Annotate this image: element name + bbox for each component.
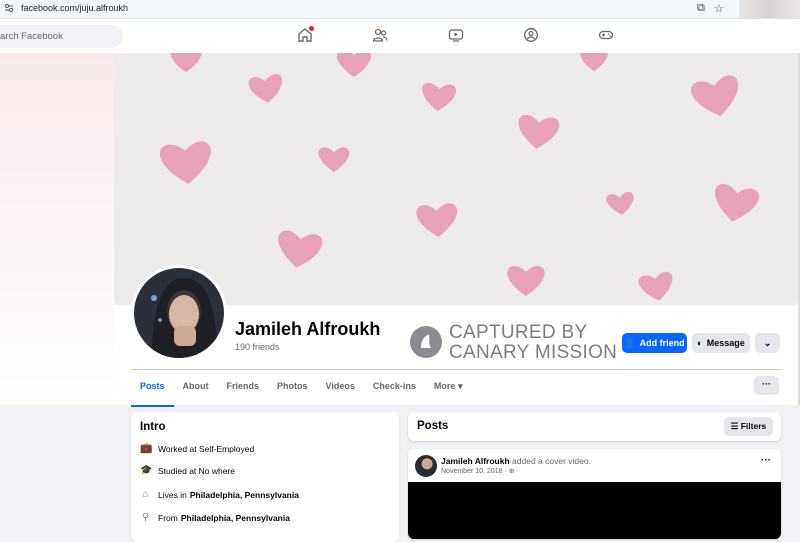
- posts-title: Posts: [417, 420, 449, 432]
- tab-about[interactable]: About: [174, 372, 218, 404]
- tabs-more-button[interactable]: ···: [754, 376, 779, 395]
- avatar-portrait: [134, 268, 224, 358]
- video-icon[interactable]: [448, 27, 464, 43]
- lives-in-link[interactable]: Philadelphia, Pennsylvania: [190, 490, 299, 500]
- intro-work: 💼 Worked at Self-Employed: [140, 443, 255, 454]
- post-card: Jamileh Alfroukh added a cover video. No…: [408, 449, 781, 539]
- profile-avatar[interactable]: [131, 265, 227, 361]
- briefcase-icon: 💼: [140, 443, 153, 454]
- hearts-pattern: [159, 53, 761, 304]
- from-link[interactable]: Philadelphia, Pennsylvania: [181, 513, 290, 523]
- profile-name: Jamileh Alfroukh: [235, 319, 381, 339]
- gaming-icon[interactable]: [598, 27, 614, 43]
- tab-friends[interactable]: Friends: [218, 372, 269, 404]
- tab-posts[interactable]: Posts: [131, 372, 174, 407]
- browser-url-bar[interactable]: facebook.com/juju.alfroukh ⧉ ☆: [0, 0, 800, 19]
- chevron-down-icon: ⌄: [763, 337, 772, 348]
- facebook-top-nav: arch Facebook: [0, 19, 800, 53]
- sliders-icon: ☰: [730, 421, 739, 431]
- search-input[interactable]: arch Facebook: [0, 25, 123, 48]
- post-date[interactable]: November 10, 2018 ·: [441, 468, 507, 475]
- friend-count[interactable]: 190 friends: [235, 342, 280, 352]
- bookmark-star-icon[interactable]: ☆: [714, 2, 724, 15]
- left-background: [0, 53, 114, 405]
- install-app-icon[interactable]: ⧉: [697, 2, 705, 15]
- intro-title: Intro: [140, 421, 166, 433]
- profile-tabs: Posts About Friends Photos Videos Check-…: [131, 372, 472, 407]
- post-author-name[interactable]: Jamileh Alfroukh: [441, 456, 510, 466]
- tab-check-ins[interactable]: Check-ins: [364, 372, 425, 404]
- post-video[interactable]: [408, 482, 781, 539]
- post-meta: November 10, 2018 · ⊕: [441, 467, 515, 475]
- post-title: Jamileh Alfroukh added a cover video.: [441, 456, 591, 466]
- post-action: added a cover video.: [512, 456, 591, 466]
- url-text[interactable]: facebook.com/juju.alfroukh: [21, 3, 128, 13]
- intro-from: ⚲ From Philadelphia, Pennsylvania: [141, 512, 290, 523]
- tab-photos[interactable]: Photos: [268, 372, 317, 404]
- post-options-icon[interactable]: ···: [761, 455, 771, 466]
- caret-down-icon: ▾: [457, 381, 463, 391]
- tab-more[interactable]: More ▾: [425, 372, 472, 404]
- home-icon[interactable]: [297, 26, 314, 43]
- filters-button[interactable]: ☰ Filters: [724, 417, 773, 436]
- cover-photo[interactable]: [114, 53, 798, 305]
- add-friend-button[interactable]: 👤 Add friend: [622, 333, 687, 353]
- tab-videos[interactable]: Videos: [317, 372, 364, 404]
- add-person-icon: 👤: [624, 337, 636, 348]
- globe-icon: ⊕: [508, 468, 515, 475]
- watermark-line-2: CANARY MISSION: [449, 342, 618, 363]
- canary-mission-watermark: CAPTURED BY CANARY MISSION: [410, 322, 620, 363]
- intro-education: 🎓 Studied at No where: [140, 465, 236, 476]
- house-icon: ⌂: [142, 489, 149, 500]
- header-divider: [131, 369, 783, 370]
- location-pin-icon: ⚲: [141, 512, 150, 523]
- intro-lives-in: ⌂ Lives in Philadelphia, Pennsylvania: [140, 489, 299, 500]
- more-options-button[interactable]: ⌄: [755, 333, 780, 353]
- friends-icon[interactable]: [372, 27, 388, 43]
- graduation-cap-icon: 🎓: [140, 465, 153, 476]
- canary-logo: [410, 326, 442, 358]
- groups-icon[interactable]: [523, 27, 539, 43]
- message-button[interactable]: ◐ Message: [692, 333, 750, 353]
- messenger-icon: ◐: [697, 338, 703, 348]
- post-author-avatar[interactable]: [415, 455, 437, 477]
- profile-thumbnail[interactable]: [739, 0, 800, 18]
- posts-header: Posts ☰ Filters: [408, 412, 781, 441]
- notification-dot: [309, 26, 314, 31]
- intro-card: Intro 💼 Worked at Self-Employed 🎓 Studie…: [131, 412, 399, 542]
- watermark-line-1: CAPTURED BY: [449, 322, 588, 343]
- site-settings-icon[interactable]: [4, 3, 14, 13]
